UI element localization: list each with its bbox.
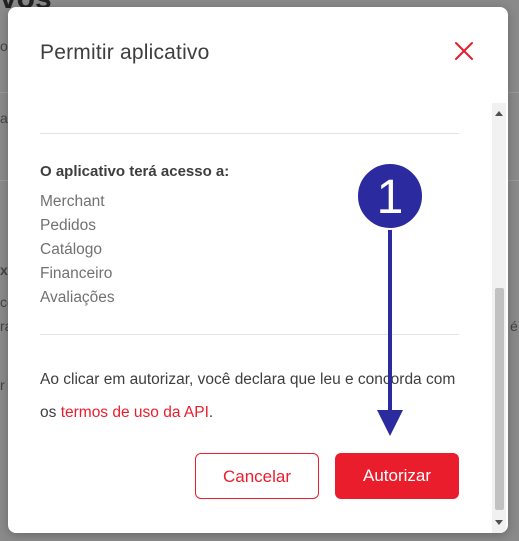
background-text: r	[0, 377, 5, 393]
permission-item: Merchant	[40, 193, 105, 210]
dialog-title: Permitir aplicativo	[40, 41, 210, 64]
background-text: a	[0, 110, 8, 126]
permission-item: Pedidos	[40, 217, 97, 234]
cancel-button[interactable]: Cancelar	[195, 453, 319, 499]
scroll-down-arrow-icon[interactable]	[492, 515, 506, 529]
permissions-list: Merchant Pedidos Catálogo Financeiro Ava…	[40, 192, 115, 312]
permission-dialog: Permitir aplicativo O aplicativo terá ac…	[8, 7, 508, 533]
consent-text: Ao clicar em autorizar, você declara que…	[40, 363, 460, 429]
permission-item: Financeiro	[40, 265, 113, 282]
scrollbar-thumb[interactable]	[495, 288, 504, 510]
permissions-heading: O aplicativo terá acesso a:	[40, 163, 230, 180]
divider	[40, 334, 459, 335]
background-text: x	[0, 262, 8, 278]
divider	[40, 133, 459, 134]
scroll-up-arrow-icon[interactable]	[492, 107, 506, 121]
terms-link[interactable]: termos de uso da API	[61, 404, 209, 421]
consent-text-end: .	[208, 404, 214, 421]
close-button[interactable]	[452, 39, 476, 63]
permission-item: Avaliações	[40, 289, 115, 306]
close-icon	[455, 42, 473, 60]
background-text: é	[510, 318, 518, 334]
scrollbar[interactable]	[492, 103, 506, 533]
authorize-button[interactable]: Autorizar	[335, 453, 459, 499]
permission-item: Catálogo	[40, 241, 103, 258]
